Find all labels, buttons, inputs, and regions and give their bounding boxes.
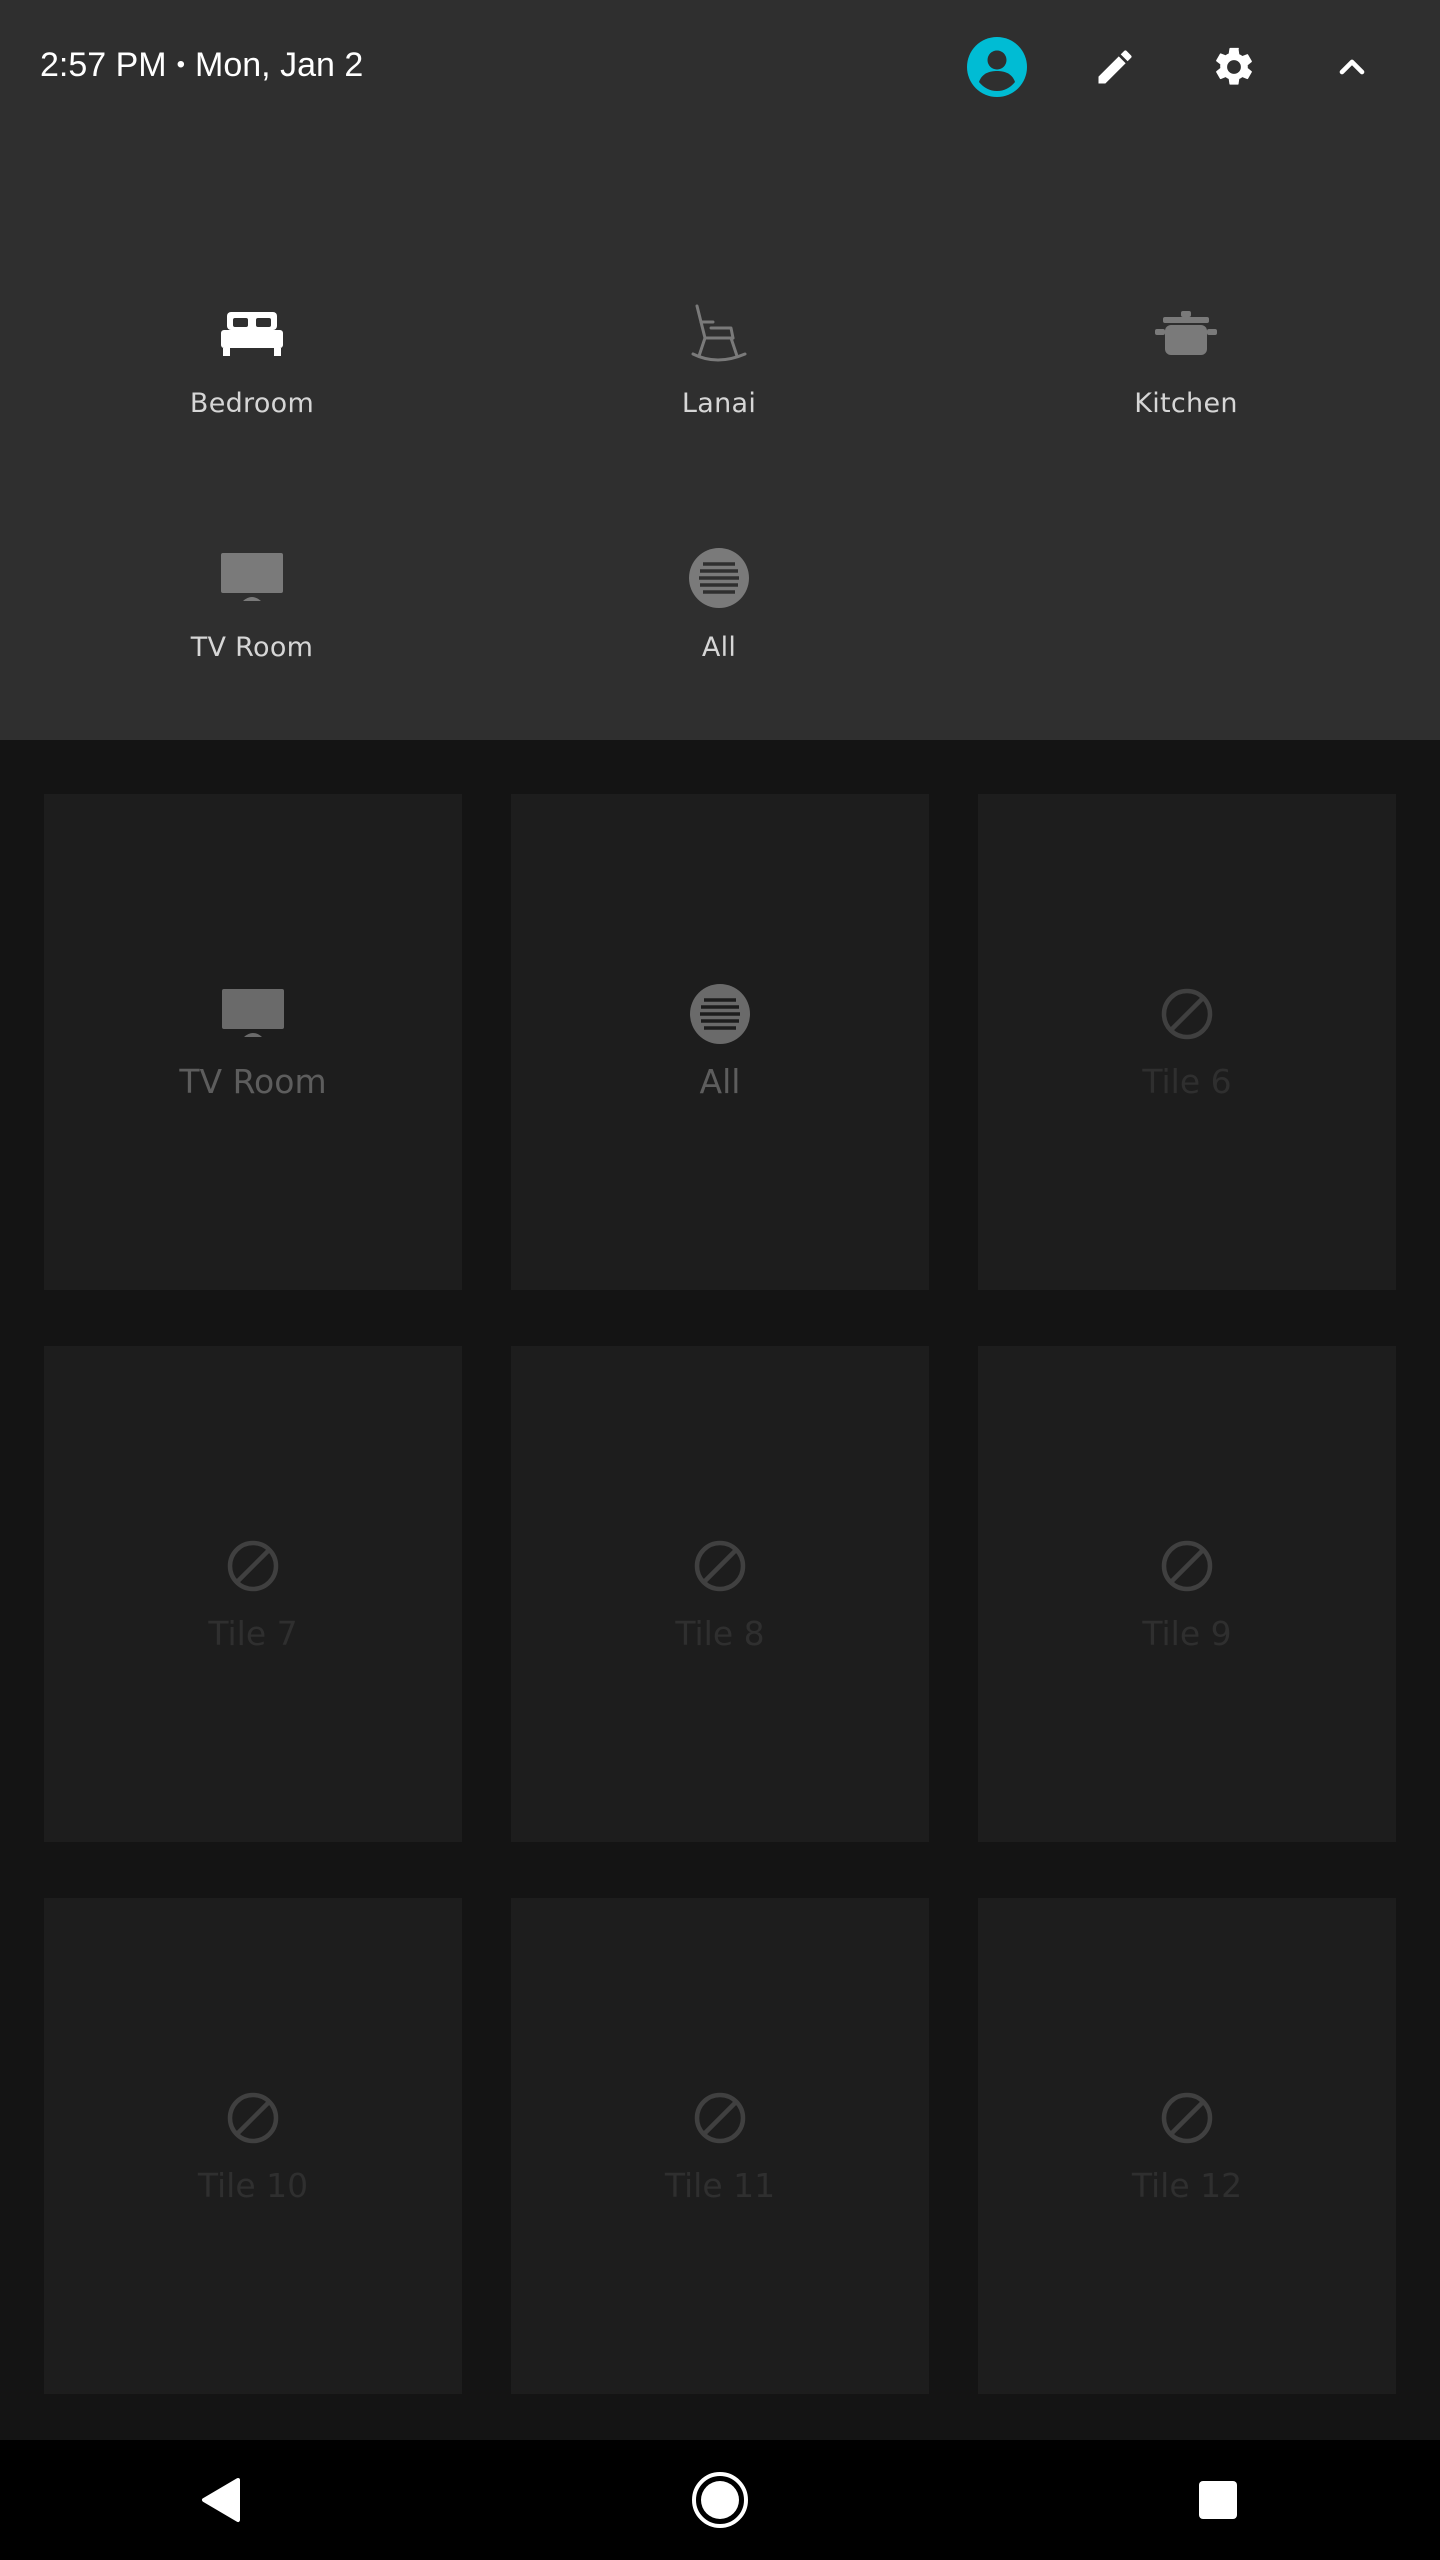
grid-tile-8[interactable]: Tile 8 xyxy=(511,1346,929,1842)
grid-tile-label: Tile 10 xyxy=(197,2166,309,2205)
quick-tile-label: All xyxy=(701,632,737,663)
all-lights-icon xyxy=(688,982,752,1046)
grid-tile-label: TV Room xyxy=(179,1062,327,1101)
grid-tile-12[interactable]: Tile 12 xyxy=(978,1898,1396,2394)
grid-tile-11[interactable]: Tile 11 xyxy=(511,1898,929,2394)
tv-icon xyxy=(220,546,284,610)
grid-tile-label: Tile 9 xyxy=(1142,1614,1232,1653)
grid-tile-label: Tile 12 xyxy=(1131,2166,1243,2205)
clock-time: 2:57 PM xyxy=(40,46,167,84)
rocking-chair-icon xyxy=(687,302,751,366)
grid-tile-label: All xyxy=(699,1062,741,1101)
grid-tile-10[interactable]: Tile 10 xyxy=(44,1898,462,2394)
quick-tile-label: Kitchen xyxy=(1134,388,1238,419)
quick-tile-label: TV Room xyxy=(190,632,314,663)
grid-tile-label: Tile 11 xyxy=(664,2166,776,2205)
tv-icon xyxy=(221,982,285,1046)
quick-tile-label: Lanai xyxy=(681,388,757,419)
quick-tile-tv-room[interactable]: TV Room xyxy=(102,546,402,706)
quick-tile-kitchen[interactable]: Kitchen xyxy=(1036,302,1336,462)
date-text: Mon, Jan 2 xyxy=(195,46,364,84)
quick-tile-label: Bedroom xyxy=(189,388,315,419)
block-icon xyxy=(221,2086,285,2150)
quick-tile-lanai[interactable]: Lanai xyxy=(569,302,869,462)
bed-icon xyxy=(220,302,284,366)
grid-tile-all[interactable]: All xyxy=(511,794,929,1290)
back-icon[interactable] xyxy=(180,2460,260,2540)
grid-tile-label: Tile 6 xyxy=(1142,1062,1232,1101)
grid-tile-label: Tile 7 xyxy=(208,1614,298,1653)
grid-tile-tv-room[interactable]: TV Room xyxy=(44,794,462,1290)
block-icon xyxy=(221,1534,285,1598)
block-icon xyxy=(1155,1534,1219,1598)
grid-tile-7[interactable]: Tile 7 xyxy=(44,1346,462,1842)
account-icon[interactable] xyxy=(965,35,1029,99)
block-icon xyxy=(688,2086,752,2150)
navigation-bar xyxy=(0,2440,1440,2560)
collapse-chevron-up-icon[interactable] xyxy=(1320,35,1384,99)
quick-tile-all[interactable]: All xyxy=(569,546,869,706)
home-icon[interactable] xyxy=(680,2460,760,2540)
quick-tile-bedroom[interactable]: Bedroom xyxy=(102,302,402,462)
panel-header: 2:57 PM • Mon, Jan 2 xyxy=(0,0,1440,130)
block-icon xyxy=(688,1534,752,1598)
recents-icon[interactable] xyxy=(1178,2460,1258,2540)
separator-dot: • xyxy=(176,51,186,78)
all-lights-icon xyxy=(687,546,751,610)
settings-gear-icon[interactable] xyxy=(1202,35,1266,99)
block-icon xyxy=(1155,982,1219,1046)
grid-tile-6[interactable]: Tile 6 xyxy=(978,794,1396,1290)
cooking-pot-icon xyxy=(1154,302,1218,366)
quick-settings-panel: 2:57 PM • Mon, Jan 2 Bedroom Lanai Kitch… xyxy=(0,0,1440,740)
block-icon xyxy=(1155,2086,1219,2150)
grid-tile-9[interactable]: Tile 9 xyxy=(978,1346,1396,1842)
edit-pencil-icon[interactable] xyxy=(1083,35,1147,99)
date-time: 2:57 PM • Mon, Jan 2 xyxy=(40,40,363,90)
tile-grid: TV Room All Tile 6 Tile 7 Tile 8 Tile 9 … xyxy=(0,740,1440,2440)
grid-tile-label: Tile 8 xyxy=(675,1614,765,1653)
